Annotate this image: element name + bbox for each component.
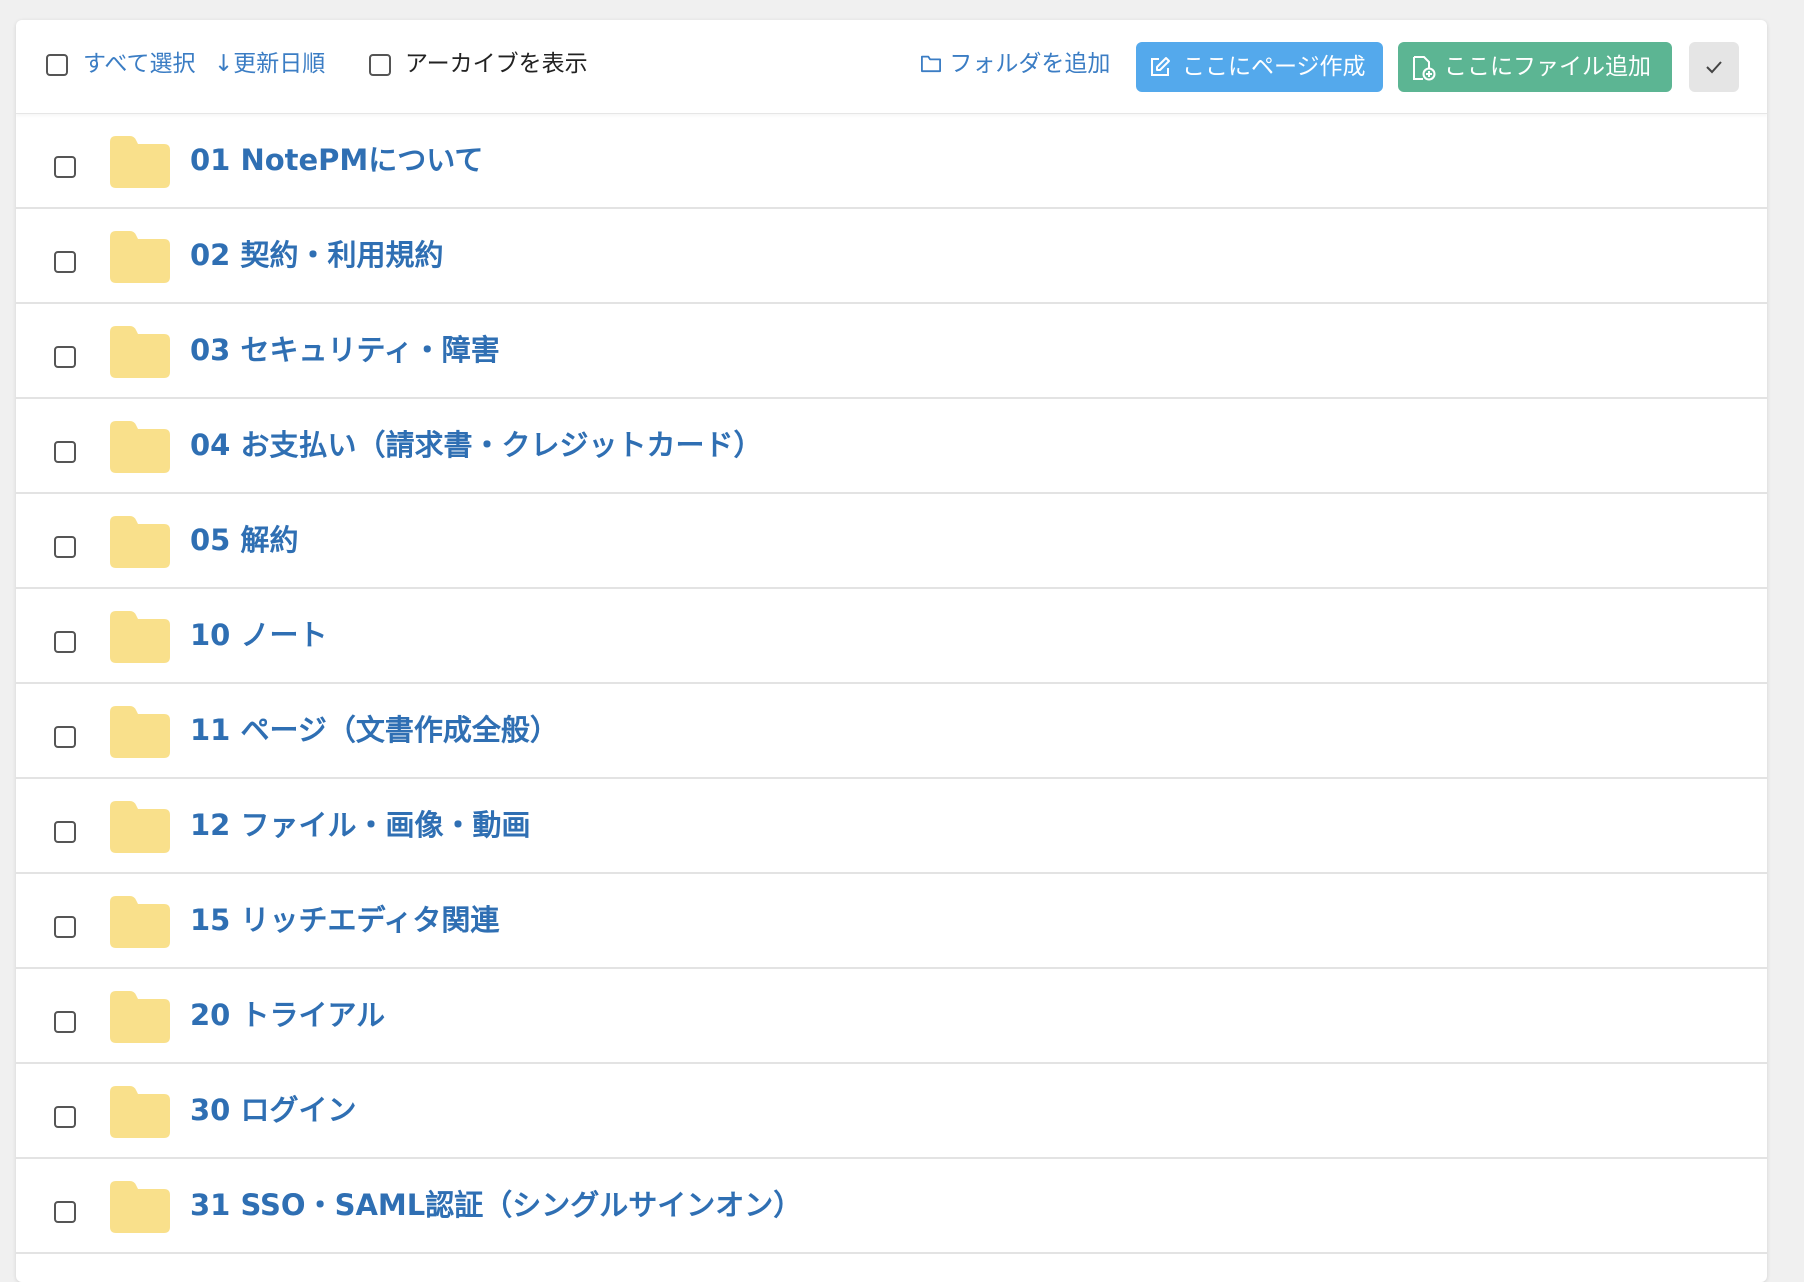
sort-by-updated-link[interactable]: ↓更新日順 [214, 50, 325, 78]
folder-checkbox[interactable] [54, 441, 76, 463]
folder-checkbox[interactable] [54, 346, 76, 368]
show-archive-label: アーカイブを表示 [405, 51, 588, 77]
folder-name-link[interactable]: 05 解約 [190, 518, 298, 562]
select-all-link[interactable]: すべて選択 [83, 50, 195, 78]
add-folder-label: フォルダを追加 [949, 51, 1111, 77]
folder-name-link[interactable]: 03 セキュリティ・障害 [190, 328, 500, 372]
add-file-button[interactable]: ここにファイル追加 [1398, 42, 1672, 92]
create-page-label: ここにページ作成 [1182, 54, 1366, 80]
folder-row[interactable]: 31 SSO・SAML認証（シングルサインオン） [16, 1159, 1767, 1254]
folder-checkbox[interactable] [54, 251, 76, 273]
folder-name-link[interactable]: 11 ページ（文書作成全般） [190, 708, 559, 752]
folder-row[interactable]: 12 ファイル・画像・動画 [16, 779, 1767, 874]
folder-name-link[interactable]: 12 ファイル・画像・動画 [190, 803, 530, 847]
add-folder-link[interactable]: フォルダを追加 [920, 50, 1110, 78]
folder-row[interactable]: 01 NotePMについて [16, 114, 1767, 209]
folder-checkbox[interactable] [54, 631, 76, 653]
folder-checkbox[interactable] [54, 156, 76, 178]
folder-icon [110, 611, 170, 663]
folder-name-link[interactable]: 30 ログイン [190, 1088, 356, 1132]
folder-name-link[interactable]: 20 トライアル [190, 993, 385, 1037]
arrow-down-icon: ↓ [214, 51, 234, 77]
folder-outline-icon [921, 55, 941, 73]
folder-icon [110, 421, 170, 473]
folder-row[interactable]: 10 ノート [16, 589, 1767, 684]
folder-checkbox[interactable] [54, 536, 76, 558]
folder-row[interactable]: 11 ページ（文書作成全般） [16, 684, 1767, 779]
folder-icon [110, 801, 170, 853]
add-file-label: ここにファイル追加 [1444, 54, 1651, 80]
toolbar: すべて選択 ↓更新日順 アーカイブを表示 フォルダを追加 ここにページ作成 ここ… [16, 20, 1767, 114]
create-page-button[interactable]: ここにページ作成 [1136, 42, 1383, 92]
folder-icon [110, 1181, 170, 1233]
folder-row[interactable]: 30 ログイン [16, 1064, 1767, 1159]
folder-icon [110, 326, 170, 378]
confirm-button[interactable] [1689, 42, 1739, 92]
folder-icon [110, 706, 170, 758]
folder-row[interactable]: 15 リッチエディタ関連 [16, 874, 1767, 969]
folder-checkbox[interactable] [54, 916, 76, 938]
sort-label: 更新日順 [233, 51, 326, 77]
file-add-icon [1413, 56, 1436, 81]
folder-name-link[interactable]: 31 SSO・SAML認証（シングルサインオン） [190, 1183, 802, 1227]
select-all-checkbox[interactable] [46, 54, 68, 76]
folder-row[interactable]: 02 契約・利用規約 [16, 209, 1767, 304]
folder-row[interactable]: 04 お支払い（請求書・クレジットカード） [16, 399, 1767, 494]
folder-checkbox[interactable] [54, 726, 76, 748]
folder-name-link[interactable]: 10 ノート [190, 613, 327, 657]
folder-checkbox[interactable] [54, 1201, 76, 1223]
folder-icon [110, 136, 170, 188]
folder-name-link[interactable]: 04 お支払い（請求書・クレジットカード） [190, 423, 762, 467]
folder-checkbox[interactable] [54, 821, 76, 843]
folder-checkbox[interactable] [54, 1011, 76, 1033]
folder-list-panel: すべて選択 ↓更新日順 アーカイブを表示 フォルダを追加 ここにページ作成 ここ… [16, 20, 1767, 1282]
folder-icon [110, 1086, 170, 1138]
folder-icon [110, 231, 170, 283]
folder-row[interactable]: 20 トライアル [16, 969, 1767, 1064]
folder-checkbox[interactable] [54, 1106, 76, 1128]
check-icon [1706, 61, 1722, 74]
folder-row[interactable]: 05 解約 [16, 494, 1767, 589]
edit-icon [1151, 57, 1170, 76]
folder-name-link[interactable]: 15 リッチエディタ関連 [190, 898, 499, 942]
folder-name-link[interactable]: 02 契約・利用規約 [190, 233, 443, 277]
folder-icon [110, 516, 170, 568]
folder-name-link[interactable]: 01 NotePMについて [190, 138, 483, 182]
show-archive-checkbox[interactable] [369, 54, 391, 76]
folder-list: 01 NotePMについて 02 契約・利用規約 03 セキュリティ・障害 04… [16, 114, 1767, 1254]
folder-row[interactable]: 03 セキュリティ・障害 [16, 304, 1767, 399]
folder-icon [110, 991, 170, 1043]
folder-icon [110, 896, 170, 948]
